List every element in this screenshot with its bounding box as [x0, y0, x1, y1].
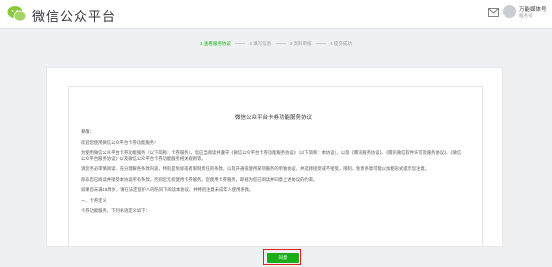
agreement-paragraph: 请您务必审慎阅读、充分理解各条款内容，特别是免除或者限制责任的条款，以及开通或使…: [81, 166, 430, 171]
brand-title[interactable]: 微信公众平台: [32, 6, 116, 25]
agree-button[interactable]: 同意: [267, 253, 299, 263]
top-header: 微信公众平台 万能媒体号 服务号: [0, 0, 552, 29]
avatar[interactable]: [503, 5, 516, 18]
step-divider: [315, 43, 326, 45]
step-review: 3 资料审核: [289, 41, 312, 46]
agreement-paragraph: 欢迎您使用微信公众平台卡券功能服务！: [81, 139, 159, 145]
agreement-paragraph: 如果您未满18周岁，请在法定监护人的陪同下阅读本协议，并特别注意未成年人使用条款…: [81, 187, 254, 192]
user-name[interactable]: 万能媒体号: [519, 5, 547, 13]
user-subtitle: 服务号: [519, 13, 533, 18]
progress-steps: 1 查看服务协议 2 填写信息 3 资料审核 4 提交成功: [0, 41, 552, 47]
wechat-logo-icon[interactable]: [7, 5, 27, 23]
step-divider: [275, 43, 286, 45]
step-fill-info: 2 填写信息: [249, 41, 272, 46]
agreement-title: 微信公众平台卡券功能服务协议: [234, 115, 312, 121]
step-divider: [235, 43, 246, 45]
agreement-paragraph: 为使用微信公众平台卡券功能服务（以下简称：卡券服务），您应当阅读并遵守《微信公众…: [81, 150, 462, 161]
agreement-paragraph: 除非您已阅读并接受本协议所有条款，否则您无权使用卡券服务。您使用卡券服务，即视为…: [81, 176, 318, 182]
agreement-paragraph: 一、卡券定义: [81, 197, 107, 203]
step-submitted: 4 提交成功: [330, 41, 352, 46]
step-view-agreement: 1 查看服务协议: [200, 41, 231, 46]
agreement-body: 尊敬： 欢迎您使用微信公众平台卡券功能服务！ 为使用微信公众平台卡券功能服务（以…: [81, 129, 465, 219]
agreement-paragraph: 尊敬：: [81, 129, 94, 134]
agreement-paragraph: 卡券功能服务，下列术语定义如下：: [81, 208, 150, 213]
mail-icon[interactable]: [488, 8, 499, 17]
